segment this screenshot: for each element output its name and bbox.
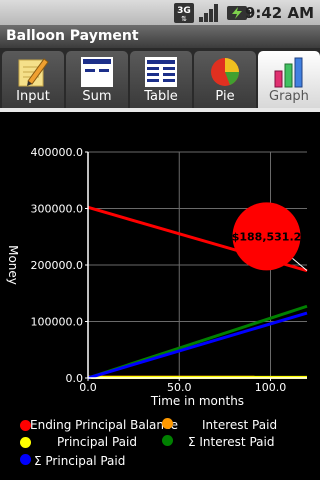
y-tick-label: 400000.0 [31,146,84,159]
tab-pie-label: Pie [215,89,235,104]
annotation-label: $188,531.2 [232,230,302,243]
tab-input-label: Input [16,89,50,104]
legend-label: Principal Paid [57,435,137,449]
app-title-bar: Balloon Payment [0,25,320,49]
svg-text:⇅: ⇅ [181,15,187,23]
sum-lines-icon [81,57,113,87]
network-3g-icon: 3G ⇅ [174,3,194,23]
bar-graph-icon [274,57,303,88]
tab-bar: Input Sum Table Pie Graph [0,48,320,110]
chart-area: $188,531.2 0.0 100000.0 200000.0 300000.0 40… [0,112,320,480]
pencil-notepad-icon [18,58,49,87]
legend-swatch [162,435,173,446]
status-bar: 3G ⇅ 9:42 AM [0,0,320,25]
legend-swatch [20,437,31,448]
app-title: Balloon Payment [6,28,139,44]
table-lines-icon [145,57,177,87]
y-axis-label: Money [6,245,20,285]
signal-strength-icon [199,4,218,22]
tab-pie[interactable]: Pie [194,51,256,108]
series-line [87,311,308,380]
tab-table-label: Table [144,89,178,104]
x-tick-label: 50.0 [167,381,192,394]
status-time: 9:42 AM [244,4,314,22]
y-tick-label: 100000.0 [31,316,84,329]
x-tick-label: 0.0 [79,381,97,394]
x-tick-label: 100.0 [255,381,287,394]
x-axis-label: Time in months [150,394,244,408]
legend-swatch [20,454,31,465]
tab-sum[interactable]: Sum [66,51,128,108]
pie-chart-icon [211,58,239,86]
tab-input[interactable]: Input [2,51,64,108]
legend-label: Σ Principal Paid [34,454,126,468]
tab-graph[interactable]: Graph [258,51,320,108]
y-tick-label: 300000.0 [31,203,84,216]
y-tick-label: 200000.0 [31,259,84,272]
legend-label: Ending Principal Balance [30,418,178,432]
legend-swatch [162,418,173,429]
tab-sum-label: Sum [82,89,112,104]
legend-label: Σ Interest Paid [188,435,275,449]
legend-label: Interest Paid [202,418,278,432]
tab-table[interactable]: Table [130,51,192,108]
tab-graph-label: Graph [269,89,309,104]
